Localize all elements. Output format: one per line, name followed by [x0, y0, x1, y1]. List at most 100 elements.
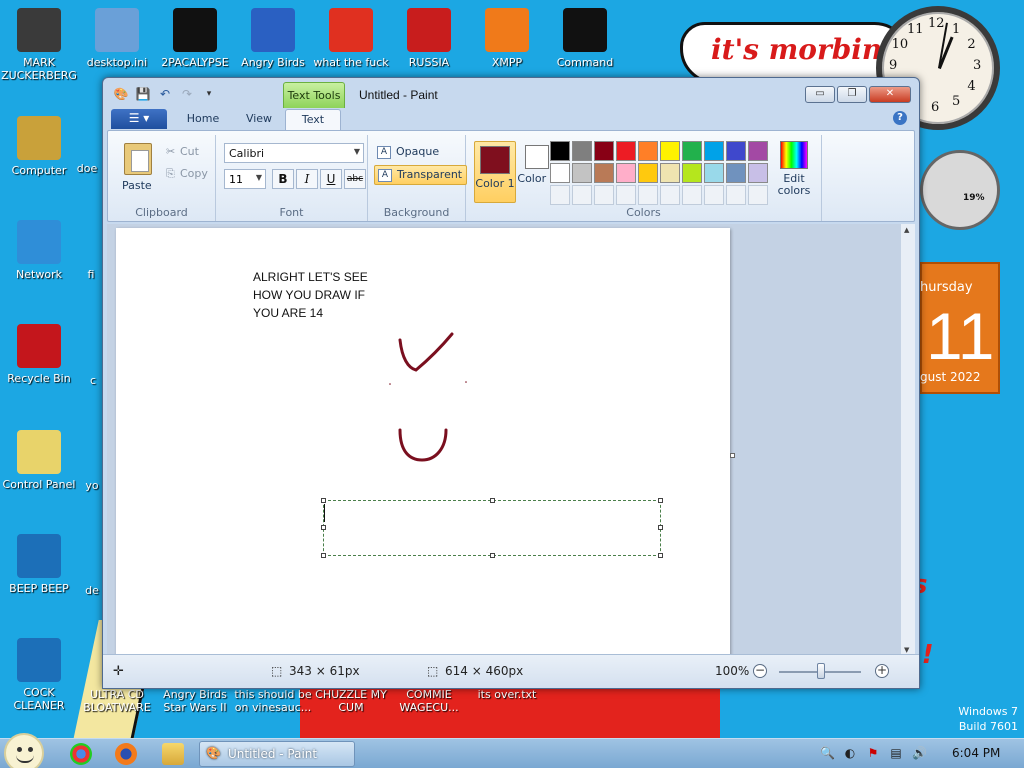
italic-button[interactable]: I — [296, 169, 318, 189]
taskbar-clock[interactable]: 6:04 PM — [952, 746, 1000, 760]
desktop-icon-vinesauce[interactable]: this should be on vinesauc... — [234, 688, 312, 714]
palette-swatch[interactable] — [660, 141, 680, 161]
desktop-icon-its-over[interactable]: its over.txt — [468, 688, 546, 701]
start-button[interactable] — [4, 733, 44, 768]
scroll-down-icon[interactable]: ▼ — [904, 646, 909, 654]
paste-button[interactable]: Paste — [110, 137, 166, 195]
desktop-icon-partial[interactable]: fi — [78, 268, 104, 281]
palette-swatch-empty[interactable] — [638, 185, 658, 205]
paint-menu-button[interactable]: ☰ ▾ — [111, 109, 167, 129]
desktop-icon-2pacalypse[interactable]: 2PACALYPSE — [156, 8, 234, 69]
desktop-icon-command[interactable]: Command — [546, 8, 624, 69]
canvas-resize-handle[interactable] — [730, 453, 735, 458]
customize-toolbar-icon[interactable]: ▾ — [201, 86, 217, 102]
resize-handle[interactable] — [490, 498, 495, 503]
palette-swatch-empty[interactable] — [572, 185, 592, 205]
opaque-button[interactable]: A Opaque — [374, 143, 443, 163]
palette-swatch[interactable] — [572, 163, 592, 183]
maximize-button[interactable]: ❐ — [837, 86, 867, 103]
palette-swatch[interactable] — [682, 163, 702, 183]
desktop-icon-ultra-cd[interactable]: ULTRA CD BLOATWARE — [78, 688, 156, 714]
underline-button[interactable]: U — [320, 169, 342, 189]
tab-text[interactable]: Text — [285, 109, 341, 130]
palette-swatch-empty[interactable] — [704, 185, 724, 205]
desktop-icon-partial[interactable]: doe — [70, 162, 104, 175]
desktop-icon-recycle-bin[interactable]: Recycle Bin — [0, 324, 78, 385]
desktop-icon-chuzzle[interactable]: CHUZZLE MY CUM — [312, 688, 390, 714]
chrome-icon[interactable] — [70, 743, 92, 765]
palette-swatch-empty[interactable] — [660, 185, 680, 205]
palette-swatch[interactable] — [682, 141, 702, 161]
desktop-icon-partial[interactable]: c — [82, 374, 104, 387]
desktop-icon-angry-birds-sw2[interactable]: Angry Birds Star Wars II — [156, 688, 234, 714]
palette-swatch[interactable] — [638, 141, 658, 161]
desktop-icon-partial[interactable]: yo — [80, 479, 104, 492]
desktop-icon-commie[interactable]: COMMIE WAGECU... — [390, 688, 468, 714]
scroll-up-icon[interactable]: ▲ — [904, 226, 909, 234]
edit-colors-button[interactable]: Edit colors — [774, 141, 814, 197]
resize-handle[interactable] — [658, 553, 663, 558]
zoom-in-button[interactable]: + — [875, 664, 889, 678]
palette-swatch[interactable] — [660, 163, 680, 183]
desktop-icon-partial[interactable]: de — [80, 584, 104, 597]
network-icon[interactable]: ▤ — [889, 746, 903, 760]
save-icon[interactable]: 💾 — [135, 86, 151, 102]
desktop-icon-desktop-ini[interactable]: desktop.ini — [78, 8, 156, 69]
resize-handle[interactable] — [321, 525, 326, 530]
volume-icon[interactable]: 🔊 — [912, 746, 927, 760]
palette-swatch[interactable] — [550, 141, 570, 161]
transparent-button[interactable]: A Transparent — [374, 165, 468, 185]
palette-swatch[interactable] — [704, 141, 724, 161]
firefox-icon[interactable] — [115, 743, 137, 765]
tab-home[interactable]: Home — [173, 109, 233, 130]
palette-swatch[interactable] — [726, 163, 746, 183]
cut-button[interactable]: ✂ Cut — [166, 145, 199, 158]
desktop-icon-angry-birds[interactable]: Angry Birds — [234, 8, 312, 69]
palette-swatch[interactable] — [594, 141, 614, 161]
desktop-icon-cock-cleaner[interactable]: COCK CLEANER — [0, 638, 78, 712]
desktop-icon-russia[interactable]: RUSSIA — [390, 8, 468, 69]
palette-swatch[interactable] — [748, 141, 768, 161]
palette-swatch[interactable] — [550, 163, 570, 183]
vertical-scrollbar[interactable]: ▲ ▼ — [901, 224, 915, 656]
palette-swatch[interactable] — [572, 141, 592, 161]
palette-swatch-empty[interactable] — [594, 185, 614, 205]
palette-swatch[interactable] — [748, 163, 768, 183]
font-family-select[interactable]: Calibri ▼ — [224, 143, 364, 163]
palette-swatch[interactable] — [594, 163, 614, 183]
help-icon[interactable]: ? — [893, 111, 907, 125]
copy-button[interactable]: ⎘ Copy — [166, 167, 208, 181]
desktop-icon-computer[interactable]: Computer — [0, 116, 78, 177]
search-icon[interactable]: 🔍 — [820, 746, 835, 760]
resize-handle[interactable] — [321, 553, 326, 558]
palette-swatch-empty[interactable] — [616, 185, 636, 205]
resize-handle[interactable] — [658, 498, 663, 503]
palette-swatch[interactable] — [704, 163, 724, 183]
paint-window[interactable]: 🎨 💾 ↶ ↷ ▾ Text Tools Untitled - Paint ▭ … — [102, 77, 920, 689]
strikethrough-button[interactable]: abc — [344, 169, 366, 189]
desktop-icon-what-the[interactable]: what the fuck — [312, 8, 390, 69]
text-box[interactable] — [321, 498, 663, 558]
folder-icon[interactable] — [162, 743, 184, 765]
resize-handle[interactable] — [321, 498, 326, 503]
palette-swatch[interactable] — [638, 163, 658, 183]
bold-button[interactable]: B — [272, 169, 294, 189]
minimize-button[interactable]: ▭ — [805, 86, 835, 103]
font-size-select[interactable]: 11 ▼ — [224, 169, 266, 189]
desktop-icon-network[interactable]: Network — [0, 220, 78, 281]
paint-app-icon[interactable]: 🎨 — [113, 86, 129, 102]
taskbar-item-paint[interactable]: 🎨 Untitled - Paint — [199, 741, 355, 767]
drawing-canvas[interactable]: ALRIGHT LET'S SEE HOW YOU DRAW IF YOU AR… — [116, 228, 730, 660]
close-button[interactable]: ✕ — [869, 86, 911, 103]
undo-icon[interactable]: ↶ — [157, 86, 173, 102]
desktop-icon-control-panel[interactable]: Control Panel — [0, 430, 78, 491]
tab-view[interactable]: View — [233, 109, 285, 130]
palette-swatch[interactable] — [616, 163, 636, 183]
redo-icon[interactable]: ↷ — [179, 86, 195, 102]
zoom-out-button[interactable]: − — [753, 664, 767, 678]
palette-swatch-empty[interactable] — [726, 185, 746, 205]
palette-swatch-empty[interactable] — [748, 185, 768, 205]
zoom-slider-thumb[interactable] — [817, 663, 825, 679]
desktop-icon-xmpp[interactable]: XMPP — [468, 8, 546, 69]
desktop-icon-mark-zuckerberg[interactable]: MARK ZUCKERBERG — [0, 8, 78, 82]
